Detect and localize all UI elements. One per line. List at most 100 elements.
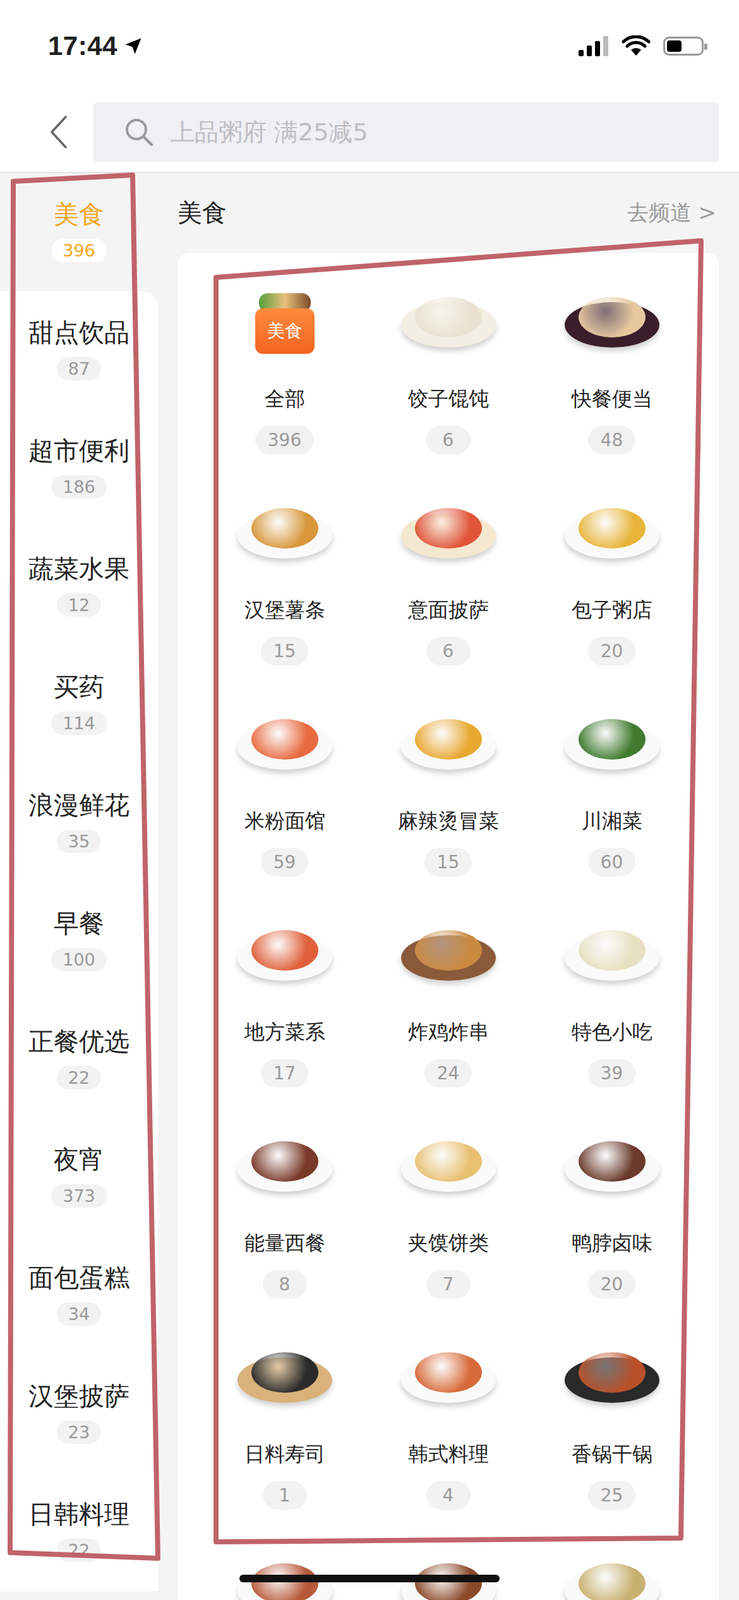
sidebar-count: 22 [56, 1065, 102, 1089]
dish-image [237, 1543, 333, 1600]
food [578, 296, 646, 338]
dish-image [237, 1332, 333, 1422]
search-input[interactable] [169, 117, 700, 147]
category-item[interactable]: 鸭脖卤味20 [529, 1121, 694, 1298]
dish-image [564, 1332, 660, 1422]
category-label: 意面披萨 [408, 593, 489, 626]
sidebar-item[interactable]: 日韩料理 22 [0, 1472, 158, 1591]
content: 美食396 甜点饮品 87 超市便利 186 蔬菜水果12买药114浪漫鲜花35早餐100… [0, 173, 739, 1600]
category-label: 包子粥店 [571, 593, 653, 626]
category-item[interactable]: 饺子馄饨6 [366, 277, 530, 455]
search-bar[interactable] [93, 102, 719, 162]
dish-image [237, 699, 333, 789]
category-item[interactable] [366, 1543, 530, 1600]
category-count: 1 [262, 1480, 307, 1509]
sidebar-item[interactable]: 超市便利 186 [0, 409, 158, 528]
food-box-icon: 美食 [237, 277, 333, 367]
category-count: 59 [260, 847, 309, 877]
back-icon[interactable] [49, 114, 69, 150]
category-label: 能量西餐 [244, 1226, 326, 1259]
category-item[interactable] [202, 1543, 367, 1600]
battery-fill [666, 40, 682, 52]
sidebar-count: 186 [51, 474, 107, 499]
category-item[interactable]: 夹馍饼类7 [366, 1121, 530, 1298]
category-item[interactable]: 包子粥店 20 [529, 488, 694, 666]
dish-image [401, 1543, 496, 1600]
category-item[interactable]: 快餐便当48 [529, 277, 694, 455]
location-icon [123, 36, 143, 56]
category-label: 米粉面馆 [244, 804, 326, 837]
category-label: 香锅干锅 [571, 1437, 653, 1470]
dish-image [237, 910, 333, 1000]
category-item[interactable]: 日料寿司1 [202, 1332, 367, 1509]
sidebar-item[interactable]: 甜点饮品 87 [0, 291, 158, 410]
sidebar-label: 面包蛋糕 [28, 1261, 130, 1293]
sidebar-item[interactable]: 汉堡披萨23 [0, 1354, 158, 1473]
category-item[interactable]: 炸鸡炸串 24 [366, 910, 530, 1088]
category-item[interactable]: 美食全部396 [202, 277, 367, 455]
food [578, 1140, 646, 1182]
category-item[interactable]: 香锅干锅25 [529, 1332, 694, 1509]
category-count: 15 [424, 847, 473, 877]
status-time: 17:44 [48, 30, 118, 62]
category-count: 24 [424, 1058, 473, 1088]
dish-image [401, 1332, 496, 1422]
category-item[interactable]: 米粉面馆 59 [202, 699, 367, 877]
category-label: 鸭脖卤味 [571, 1226, 653, 1259]
dish-image [564, 277, 660, 367]
category-count: 20 [588, 636, 637, 666]
sidebar-label: 汉堡披萨 [28, 1379, 130, 1412]
category-item[interactable]: 意面披萨6 [366, 488, 530, 666]
dish-image [401, 277, 496, 367]
sidebar-count: 35 [56, 829, 102, 853]
section-header: 美食去频道 > [177, 173, 719, 253]
annotation-outline [0, 0, 739, 1600]
sidebar-count: 87 [56, 356, 102, 381]
category-label: 夹馍饼类 [408, 1226, 489, 1259]
sidebar-label: 超市便利 [28, 434, 130, 467]
sidebar-count: 114 [51, 711, 107, 735]
category-count: 4 [426, 1480, 471, 1509]
sidebar-item[interactable]: 早餐100 [0, 881, 158, 1000]
sidebar-count: 12 [56, 593, 102, 617]
food [578, 1351, 646, 1393]
channel-link[interactable]: 去频道 > [627, 198, 719, 228]
sidebar-label: 日韩料理 [28, 1497, 130, 1530]
dish-image [237, 488, 333, 578]
sidebar-item[interactable]: 买药114 [0, 645, 158, 764]
category-item[interactable]: 能量西餐8 [202, 1121, 367, 1298]
category-item[interactable]: 韩式料理 4 [366, 1332, 530, 1509]
dish-image [564, 488, 660, 578]
sidebar-item[interactable]: 美食396 [0, 173, 158, 292]
sidebar-label: 美食 [53, 198, 105, 230]
sidebar-count: 100 [51, 947, 107, 971]
category-item[interactable]: 麻辣烫冒菜15 [366, 699, 530, 877]
sidebar-item[interactable]: 正餐优选22 [0, 999, 158, 1118]
sidebar-item[interactable]: 浪漫鲜花35 [0, 763, 158, 882]
sidebar-item[interactable]: 夜宵373 [0, 1117, 158, 1237]
sidebar-label: 甜点饮品 [28, 316, 130, 349]
dish-image [401, 488, 496, 578]
category-label: 汉堡薯条 [244, 593, 326, 626]
category-label: 特色小吃 [571, 1015, 653, 1048]
main-panel: 美食去频道 >美食全部396饺子馄饨6快餐便当48汉堡薯条15意面披萨6包子粥店… [157, 173, 739, 1600]
category-item[interactable]: 汉堡薯条15 [202, 488, 367, 666]
category-count: 60 [588, 847, 637, 877]
status-right [578, 35, 704, 57]
category-label: 韩式料理 [408, 1437, 489, 1470]
dish-image [401, 1121, 496, 1211]
food [414, 507, 482, 549]
category-count: 39 [588, 1058, 637, 1088]
category-item[interactable]: 特色小吃 39 [529, 910, 694, 1088]
sidebar-count: 22 [56, 1538, 102, 1562]
category-item[interactable] [529, 1543, 694, 1600]
category-label: 饺子馄饨 [408, 382, 489, 415]
sidebar-item[interactable]: 蔬菜水果12 [0, 527, 158, 646]
search-icon [123, 116, 155, 148]
sidebar-item[interactable]: 面包蛋糕34 [0, 1236, 158, 1355]
dish-image [564, 1543, 660, 1600]
category-label: 炸鸡炸串 [408, 1015, 489, 1048]
category-item[interactable]: 川湘菜60 [529, 699, 694, 877]
category-item[interactable]: 地方菜系17 [202, 910, 367, 1088]
battery-icon [663, 36, 704, 56]
